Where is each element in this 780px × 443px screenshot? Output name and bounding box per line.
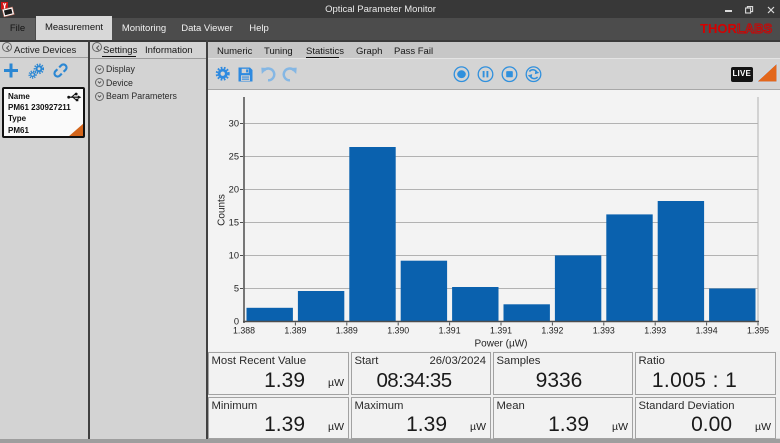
svg-text:1.392: 1.392 [541, 326, 563, 336]
svg-text:1.394: 1.394 [696, 326, 718, 336]
svg-text:15: 15 [229, 218, 239, 228]
svg-text:1.391: 1.391 [490, 326, 512, 336]
svg-text:1.389: 1.389 [284, 326, 306, 336]
svg-text:1.393: 1.393 [644, 326, 666, 336]
svg-text:Counts: Counts [217, 194, 228, 226]
svg-text:1.388: 1.388 [233, 326, 255, 336]
svg-text:Power (µW): Power (µW) [475, 339, 528, 350]
svg-text:10: 10 [229, 251, 239, 261]
svg-text:1.393: 1.393 [593, 326, 615, 336]
svg-text:30: 30 [229, 119, 239, 129]
svg-text:1.390: 1.390 [387, 326, 409, 336]
svg-text:20: 20 [229, 185, 239, 195]
svg-text:1.391: 1.391 [439, 326, 461, 336]
svg-text:1.395: 1.395 [747, 326, 769, 336]
svg-text:1.389: 1.389 [336, 326, 358, 336]
svg-text:25: 25 [229, 152, 239, 162]
svg-text:5: 5 [234, 284, 239, 294]
